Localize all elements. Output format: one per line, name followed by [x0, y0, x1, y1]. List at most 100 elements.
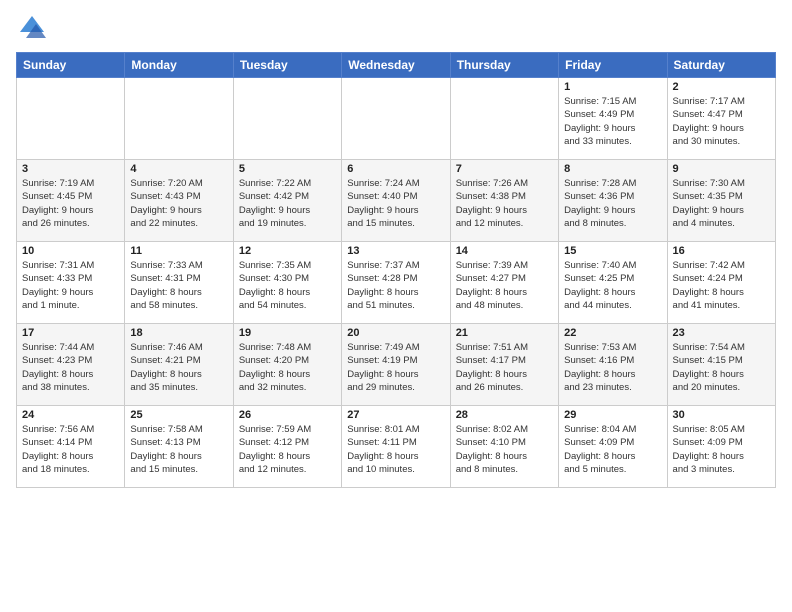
calendar-cell: 13 Sunrise: 7:37 AM Sunset: 4:28 PM Dayli…: [342, 242, 450, 324]
day-info: Sunrise: 7:24 AM Sunset: 4:40 PM Dayligh…: [347, 177, 444, 230]
day-number: 2: [673, 81, 770, 93]
calendar-cell: 8 Sunrise: 7:28 AM Sunset: 4:36 PM Daylig…: [559, 160, 667, 242]
calendar-cell: 21 Sunrise: 7:51 AM Sunset: 4:17 PM Dayli…: [450, 324, 558, 406]
day-header-monday: Monday: [125, 53, 233, 78]
calendar-cell: 16Sunrise: 7:42 AM Sunset: 4:24 PM Dayli…: [667, 242, 775, 324]
day-number: 5: [239, 163, 336, 175]
calendar-cell: 1 Sunrise: 7:15 AM Sunset: 4:49 PM Daylig…: [559, 78, 667, 160]
calendar-cell: 30 Sunrise: 8:05 AM Sunset: 4:09 PM Dayli…: [667, 406, 775, 488]
calendar-cell: 17 Sunrise: 7:44 AM Sunset: 4:23 PM Dayli…: [17, 324, 125, 406]
day-number: 7: [456, 163, 553, 175]
day-info: Sunrise: 7:15 AM Sunset: 4:49 PM Dayligh…: [564, 95, 661, 148]
day-info: Sunrise: 7:51 AM Sunset: 4:17 PM Dayligh…: [456, 341, 553, 394]
calendar-cell: 23 Sunrise: 7:54 AM Sunset: 4:15 PM Dayli…: [667, 324, 775, 406]
day-number: 4: [130, 163, 227, 175]
day-info: Sunrise: 7:17 AM Sunset: 4:47 PM Dayligh…: [673, 95, 770, 148]
day-info: Sunrise: 7:54 AM Sunset: 4:15 PM Dayligh…: [673, 341, 770, 394]
day-info: Sunrise: 7:28 AM Sunset: 4:36 PM Dayligh…: [564, 177, 661, 230]
day-info: Sunrise: 7:20 AM Sunset: 4:43 PM Dayligh…: [130, 177, 227, 230]
calendar-week-row: 24 Sunrise: 7:56 AM Sunset: 4:14 PM Dayli…: [17, 406, 776, 488]
logo: [16, 12, 52, 44]
calendar-cell: 2 Sunrise: 7:17 AM Sunset: 4:47 PM Daylig…: [667, 78, 775, 160]
day-number: 3: [22, 163, 119, 175]
day-number: 8: [564, 163, 661, 175]
day-info: Sunrise: 7:33 AM Sunset: 4:31 PM Dayligh…: [130, 259, 227, 312]
day-number: 23: [673, 327, 770, 339]
calendar-cell: 18Sunrise: 7:46 AM Sunset: 4:21 PM Dayli…: [125, 324, 233, 406]
day-info: Sunrise: 7:35 AM Sunset: 4:30 PM Dayligh…: [239, 259, 336, 312]
day-number: 12: [239, 245, 336, 257]
calendar-cell: [342, 78, 450, 160]
day-header-friday: Friday: [559, 53, 667, 78]
calendar-cell: 25 Sunrise: 7:58 AM Sunset: 4:13 PM Dayli…: [125, 406, 233, 488]
calendar-cell: [233, 78, 341, 160]
day-info: Sunrise: 7:22 AM Sunset: 4:42 PM Dayligh…: [239, 177, 336, 230]
calendar-cell: [125, 78, 233, 160]
calendar-cell: 4 Sunrise: 7:20 AM Sunset: 4:43 PM Daylig…: [125, 160, 233, 242]
calendar-cell: 7 Sunrise: 7:26 AM Sunset: 4:38 PM Daylig…: [450, 160, 558, 242]
day-info: Sunrise: 7:58 AM Sunset: 4:13 PM Dayligh…: [130, 423, 227, 476]
calendar-header-row: SundayMondayTuesdayWednesdayThursdayFrid…: [17, 53, 776, 78]
day-info: Sunrise: 8:02 AM Sunset: 4:10 PM Dayligh…: [456, 423, 553, 476]
day-number: 21: [456, 327, 553, 339]
day-number: 30: [673, 409, 770, 421]
day-number: 14: [456, 245, 553, 257]
day-number: 10: [22, 245, 119, 257]
day-number: 11: [130, 245, 227, 257]
day-number: 9: [673, 163, 770, 175]
calendar-cell: 5 Sunrise: 7:22 AM Sunset: 4:42 PM Daylig…: [233, 160, 341, 242]
day-number: 27: [347, 409, 444, 421]
day-info: Sunrise: 7:30 AM Sunset: 4:35 PM Dayligh…: [673, 177, 770, 230]
calendar-cell: 24 Sunrise: 7:56 AM Sunset: 4:14 PM Dayli…: [17, 406, 125, 488]
day-number: 19: [239, 327, 336, 339]
calendar-cell: 9 Sunrise: 7:30 AM Sunset: 4:35 PM Daylig…: [667, 160, 775, 242]
day-number: 26: [239, 409, 336, 421]
header: [16, 12, 776, 44]
calendar-cell: 12 Sunrise: 7:35 AM Sunset: 4:30 PM Dayli…: [233, 242, 341, 324]
calendar-cell: [450, 78, 558, 160]
calendar-cell: 11 Sunrise: 7:33 AM Sunset: 4:31 PM Dayli…: [125, 242, 233, 324]
day-info: Sunrise: 8:01 AM Sunset: 4:11 PM Dayligh…: [347, 423, 444, 476]
calendar-cell: 22Sunrise: 7:53 AM Sunset: 4:16 PM Dayli…: [559, 324, 667, 406]
day-number: 17: [22, 327, 119, 339]
calendar-cell: 19 Sunrise: 7:48 AM Sunset: 4:20 PM Dayli…: [233, 324, 341, 406]
calendar-week-row: 10Sunrise: 7:31 AM Sunset: 4:33 PM Dayli…: [17, 242, 776, 324]
day-info: Sunrise: 7:26 AM Sunset: 4:38 PM Dayligh…: [456, 177, 553, 230]
day-number: 28: [456, 409, 553, 421]
calendar-cell: 14 Sunrise: 7:39 AM Sunset: 4:27 PM Dayli…: [450, 242, 558, 324]
day-info: Sunrise: 7:37 AM Sunset: 4:28 PM Dayligh…: [347, 259, 444, 312]
calendar-week-row: 3Sunrise: 7:19 AM Sunset: 4:45 PM Daylig…: [17, 160, 776, 242]
day-number: 25: [130, 409, 227, 421]
day-header-saturday: Saturday: [667, 53, 775, 78]
calendar-cell: 15Sunrise: 7:40 AM Sunset: 4:25 PM Dayli…: [559, 242, 667, 324]
day-info: Sunrise: 7:59 AM Sunset: 4:12 PM Dayligh…: [239, 423, 336, 476]
day-info: Sunrise: 7:42 AM Sunset: 4:24 PM Dayligh…: [673, 259, 770, 312]
day-info: Sunrise: 7:44 AM Sunset: 4:23 PM Dayligh…: [22, 341, 119, 394]
day-number: 6: [347, 163, 444, 175]
day-number: 29: [564, 409, 661, 421]
calendar-cell: 10Sunrise: 7:31 AM Sunset: 4:33 PM Dayli…: [17, 242, 125, 324]
calendar-cell: [17, 78, 125, 160]
calendar-cell: 6 Sunrise: 7:24 AM Sunset: 4:40 PM Daylig…: [342, 160, 450, 242]
calendar-table: SundayMondayTuesdayWednesdayThursdayFrid…: [16, 52, 776, 488]
calendar-cell: 28 Sunrise: 8:02 AM Sunset: 4:10 PM Dayli…: [450, 406, 558, 488]
day-header-thursday: Thursday: [450, 53, 558, 78]
logo-icon: [16, 12, 48, 44]
day-number: 1: [564, 81, 661, 93]
day-info: Sunrise: 7:53 AM Sunset: 4:16 PM Dayligh…: [564, 341, 661, 394]
day-info: Sunrise: 8:05 AM Sunset: 4:09 PM Dayligh…: [673, 423, 770, 476]
day-number: 24: [22, 409, 119, 421]
day-number: 20: [347, 327, 444, 339]
day-info: Sunrise: 7:56 AM Sunset: 4:14 PM Dayligh…: [22, 423, 119, 476]
day-info: Sunrise: 7:46 AM Sunset: 4:21 PM Dayligh…: [130, 341, 227, 394]
day-info: Sunrise: 7:39 AM Sunset: 4:27 PM Dayligh…: [456, 259, 553, 312]
day-number: 13: [347, 245, 444, 257]
calendar-cell: 29Sunrise: 8:04 AM Sunset: 4:09 PM Dayli…: [559, 406, 667, 488]
day-header-tuesday: Tuesday: [233, 53, 341, 78]
day-header-wednesday: Wednesday: [342, 53, 450, 78]
day-number: 15: [564, 245, 661, 257]
calendar-cell: 26 Sunrise: 7:59 AM Sunset: 4:12 PM Dayli…: [233, 406, 341, 488]
day-info: Sunrise: 7:49 AM Sunset: 4:19 PM Dayligh…: [347, 341, 444, 394]
day-info: Sunrise: 7:48 AM Sunset: 4:20 PM Dayligh…: [239, 341, 336, 394]
calendar-cell: 27 Sunrise: 8:01 AM Sunset: 4:11 PM Dayli…: [342, 406, 450, 488]
